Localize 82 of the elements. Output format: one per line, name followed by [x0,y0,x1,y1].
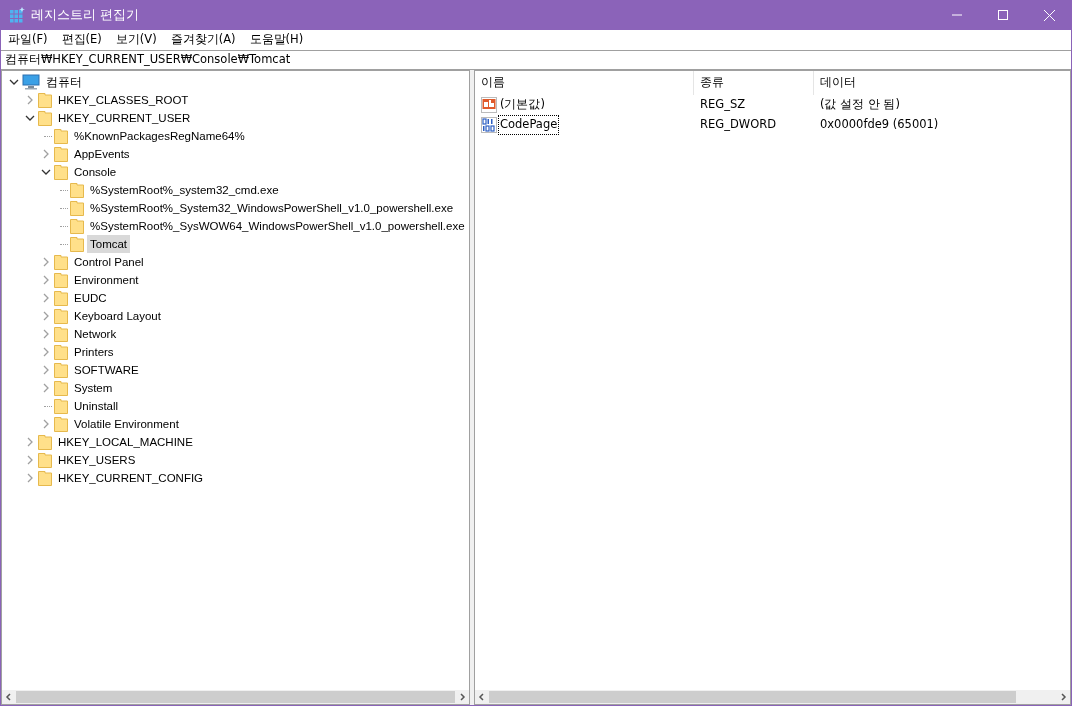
folder-icon [54,254,68,270]
folder-icon [38,92,52,108]
tree-line [44,135,52,137]
chevron-down-icon[interactable] [9,77,19,87]
tree-node-label[interactable]: Uninstall [71,397,122,415]
folder-icon [54,164,68,180]
window-title: 레지스트리 편집기 [31,6,140,25]
tree-node-label[interactable]: Keyboard Layout [71,307,164,325]
horizontal-scrollbar[interactable] [2,690,469,704]
tree-node-label[interactable]: System [71,379,116,397]
folder-icon [54,326,68,342]
tree-node-label[interactable]: HKEY_LOCAL_MACHINE [55,433,196,451]
tree-node-label[interactable]: Network [71,325,120,343]
tree-node-label[interactable]: %SystemRoot%_System32_WindowsPowerShell_v1.0_powershell.exe [87,199,457,217]
folder-icon [54,380,68,396]
menu-item[interactable]: 편집(E) [57,31,106,49]
tree-node-label[interactable]: SOFTWARE [71,361,142,379]
tree-node-label[interactable]: Printers [71,343,117,361]
tree-node-label[interactable]: %SystemRoot%_system32_cmd.exe [87,181,282,199]
tree-node-label[interactable]: Control Panel [71,253,147,271]
value-name[interactable]: CodePage [498,115,560,135]
scrollbar-thumb[interactable] [16,691,455,703]
tree-node-label[interactable]: Volatile Environment [71,415,182,433]
folder-icon [54,272,68,288]
folder-icon [54,290,68,306]
column-header[interactable]: 데이터 [814,71,1070,95]
folder-icon [54,344,68,360]
folder-icon [70,182,84,198]
folder-icon [54,308,68,324]
tree-node-label[interactable]: Tomcat [87,235,131,253]
value-name[interactable]: (기본값) [498,95,547,115]
tree-node-label[interactable]: EUDC [71,289,110,307]
tree-line [44,405,52,407]
chevron-right-icon[interactable] [25,95,35,105]
tree-node-label[interactable]: %SystemRoot%_SysWOW64_WindowsPowerShell_v1.0_powershell.exe [87,217,468,235]
registry-app-icon [9,7,25,23]
tree-line [60,225,68,227]
tree-node-label[interactable]: %KnownPackagesRegName64% [71,127,248,145]
chevron-right-icon[interactable] [41,149,51,159]
folder-icon [38,110,52,126]
tree-node-label[interactable]: HKEY_CURRENT_USER [55,109,194,127]
tree-node-label[interactable]: AppEvents [71,145,133,163]
folder-icon [70,200,84,216]
chevron-down-icon[interactable] [41,167,51,177]
tree-node-label[interactable]: HKEY_CLASSES_ROOT [55,91,192,109]
chevron-down-icon[interactable] [25,113,35,123]
tree-node-label[interactable]: HKEY_USERS [55,451,139,469]
value-data: 0x0000fde9 (65001) [819,116,940,134]
horizontal-scrollbar[interactable] [475,690,1070,704]
string-value-icon [481,97,497,113]
folder-icon [70,218,84,234]
address-bar[interactable]: 컴퓨터₩HKEY_CURRENT_USER₩Console₩Tomcat [1,50,1071,70]
folder-icon [54,128,68,144]
folder-icon [38,452,52,468]
tree-node-label[interactable]: Environment [71,271,142,289]
column-header[interactable]: 종류 [694,71,814,95]
folder-icon [38,434,52,450]
tree-line [60,207,68,209]
menu-item[interactable]: 도움말(H) [245,31,308,49]
folder-icon [54,146,68,162]
column-header[interactable]: 이름 [475,71,694,95]
tree-line [60,189,68,191]
value-type: REG_SZ [699,96,747,114]
tree-node-label[interactable]: HKEY_CURRENT_CONFIG [55,469,207,487]
folder-icon [54,362,68,378]
binary-value-icon [481,117,497,133]
menu-item[interactable]: 파일(F) [4,31,52,49]
scrollbar-thumb[interactable] [489,691,1017,703]
tree-line [60,243,68,245]
folder-icon [38,470,52,486]
value-type: REG_DWORD [699,116,778,134]
close-icon [1043,9,1055,21]
menu-item[interactable]: 즐겨찾기(A) [166,31,240,49]
folder-icon [54,398,68,414]
folder-icon [54,416,68,432]
value-data: (값 설정 안 됨) [819,96,901,114]
computer-icon [22,74,40,90]
maximize-icon [998,10,1008,20]
tree-node-label[interactable]: Console [71,163,120,181]
menu-item[interactable]: 보기(V) [111,31,161,49]
tree-node-label[interactable]: 컴퓨터 [43,73,85,91]
folder-icon [70,236,84,252]
